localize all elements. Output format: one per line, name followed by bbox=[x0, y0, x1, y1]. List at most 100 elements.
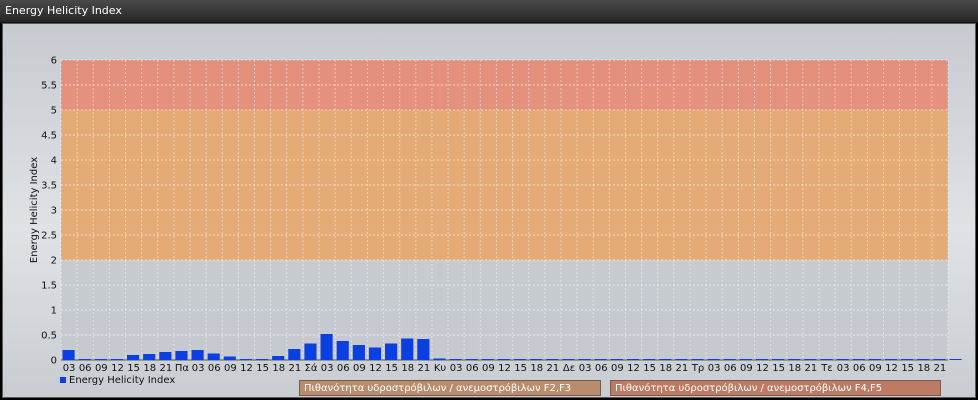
x-tick-label: 03 bbox=[450, 363, 463, 374]
chart-panel: Energy Helicity Index 0 0.5 1 1.5 2 2.5 3 3.5 4 4… bbox=[0, 0, 978, 400]
x-tick-label: 03 bbox=[321, 363, 334, 374]
x-tick-label: 15 bbox=[514, 363, 527, 374]
y-tick-label: 5.5 bbox=[41, 81, 57, 92]
bar bbox=[868, 359, 881, 360]
x-tick-label: Κυ bbox=[434, 363, 447, 374]
bar bbox=[659, 359, 672, 360]
x-tick-label: 12 bbox=[756, 363, 769, 374]
bar bbox=[739, 359, 752, 360]
bar bbox=[78, 359, 91, 360]
x-tick-label: Τε bbox=[820, 363, 833, 374]
bar bbox=[94, 359, 107, 360]
bar bbox=[110, 359, 124, 360]
bar bbox=[546, 359, 559, 360]
bar bbox=[562, 359, 575, 360]
bar bbox=[401, 338, 414, 360]
bar bbox=[143, 354, 156, 360]
legend-swatch bbox=[60, 377, 66, 383]
x-tick-label: 21 bbox=[159, 363, 172, 374]
bar bbox=[772, 359, 785, 360]
bar bbox=[417, 339, 430, 360]
x-tick-label: 09 bbox=[869, 363, 882, 374]
x-tick-label: 15 bbox=[772, 363, 785, 374]
bar bbox=[352, 345, 365, 360]
y-tick-label: 4 bbox=[51, 156, 57, 167]
bar bbox=[788, 359, 801, 360]
x-tick-label: 18 bbox=[272, 363, 285, 374]
x-tick-label: 18 bbox=[530, 363, 543, 374]
x-tick-label: 09 bbox=[224, 363, 237, 374]
x-tick-label: 09 bbox=[611, 363, 624, 374]
ehi-chart: 00.511.522.533.544.555.56 03 06 09 12 15 18 21… bbox=[29, 56, 962, 374]
y-axis-label: Energy Helicity Index bbox=[29, 157, 40, 263]
x-tick-label: 09 bbox=[95, 363, 108, 374]
x-tick-labels: 03 06 09 12 15 18 21 Πα 03 06 09 12 15 18 21 Σά 03 06 09 12… bbox=[63, 362, 947, 374]
x-tick-label: 06 bbox=[79, 363, 92, 374]
bar bbox=[320, 334, 333, 360]
x-tick-label: 12 bbox=[498, 363, 511, 374]
bar bbox=[643, 359, 656, 360]
bar bbox=[852, 359, 865, 360]
y-tick-label: 2 bbox=[51, 256, 57, 267]
zone-legend-f4f5-label: Πιθανότητα υδροστρόβιλων / ανεμοστρόβιλω… bbox=[615, 383, 883, 394]
bar bbox=[707, 359, 720, 360]
x-tick-label: 06 bbox=[208, 363, 221, 374]
legend-series-label: Energy Helicity Index bbox=[69, 375, 176, 386]
y-tick-label: 0 bbox=[51, 356, 57, 367]
x-tick-label: 21 bbox=[417, 363, 430, 374]
x-tick-label: 09 bbox=[740, 363, 753, 374]
x-tick-label: 03 bbox=[192, 363, 205, 374]
x-tick-label: 12 bbox=[111, 363, 124, 374]
x-tick-label: 03 bbox=[63, 363, 76, 374]
bar bbox=[239, 359, 253, 360]
bar bbox=[497, 359, 511, 360]
y-tick-label: 0.5 bbox=[41, 331, 57, 342]
x-tick-label: 09 bbox=[482, 363, 495, 374]
y-tick-labels: 0 0.5 1 1.5 2 2.5 3 3.5 4 4.5 5 5.5 6 bbox=[41, 56, 57, 367]
x-tick-label: 12 bbox=[627, 363, 640, 374]
x-tick-label: 06 bbox=[853, 363, 866, 374]
y-tick-label: 3 bbox=[51, 206, 57, 217]
bar bbox=[836, 359, 849, 360]
bar bbox=[175, 351, 188, 360]
x-tick-label: 12 bbox=[369, 363, 382, 374]
bar bbox=[723, 359, 736, 360]
bar bbox=[272, 356, 285, 360]
bar bbox=[933, 359, 946, 360]
x-tick-label: 18 bbox=[659, 363, 672, 374]
bar bbox=[578, 359, 591, 360]
x-tick-label: 06 bbox=[724, 363, 737, 374]
bar bbox=[449, 359, 462, 360]
x-tick-label: Δε bbox=[563, 363, 575, 374]
x-tick-label: 21 bbox=[288, 363, 301, 374]
bar bbox=[884, 359, 898, 360]
legend-series: Energy Helicity Index bbox=[60, 375, 175, 386]
y-tick-label: 1.5 bbox=[41, 281, 57, 292]
x-tick-label: Πα bbox=[175, 363, 190, 374]
y-tick-label: 1 bbox=[51, 306, 57, 317]
bar bbox=[304, 343, 317, 360]
x-tick-label: 15 bbox=[901, 363, 914, 374]
bar bbox=[385, 343, 398, 360]
bar bbox=[465, 359, 478, 360]
x-tick-label: 18 bbox=[917, 363, 930, 374]
x-tick-label: Τρ bbox=[691, 363, 704, 374]
x-tick-label: 12 bbox=[240, 363, 253, 374]
x-tick-label: 15 bbox=[256, 363, 269, 374]
bar bbox=[901, 359, 914, 360]
x-tick-label: 15 bbox=[385, 363, 398, 374]
zone-legend-f2f3: Πιθανότητα υδροστρόβιλων / ανεμοστρόβιλω… bbox=[299, 380, 601, 396]
zone-legend-f2f3-label: Πιθανότητα υδροστρόβιλων / ανεμοστρόβιλω… bbox=[304, 383, 572, 394]
bar bbox=[433, 358, 446, 360]
y-tick-label: 4.5 bbox=[41, 131, 57, 142]
bar bbox=[288, 349, 301, 360]
bar bbox=[626, 359, 640, 360]
x-tick-label: 18 bbox=[401, 363, 414, 374]
bar bbox=[610, 359, 623, 360]
bar bbox=[804, 359, 817, 360]
x-tick-label: 21 bbox=[934, 363, 947, 374]
x-tick-label: 03 bbox=[708, 363, 721, 374]
bar bbox=[820, 359, 833, 360]
x-tick-label: 06 bbox=[466, 363, 479, 374]
bar bbox=[949, 359, 962, 360]
